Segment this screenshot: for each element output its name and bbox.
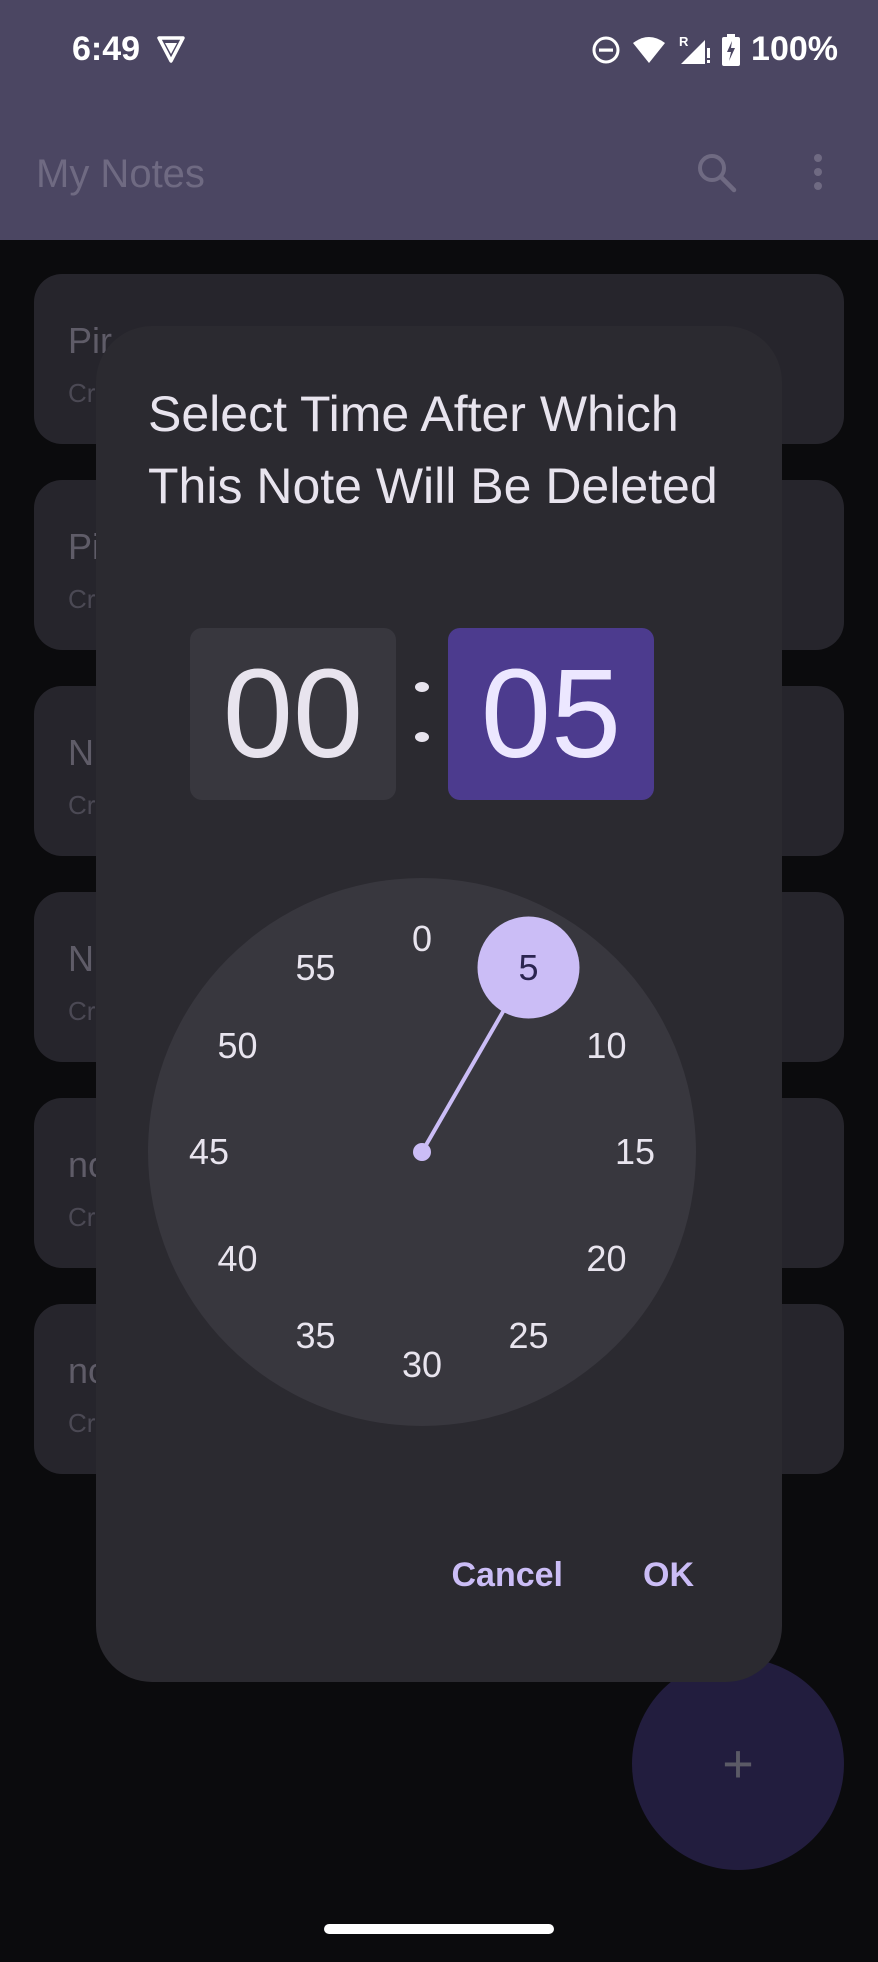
clock-label-15[interactable]: 15: [600, 1132, 670, 1172]
time-separator: [407, 662, 437, 762]
note-subtitle: Cr: [68, 1202, 96, 1232]
hour-display[interactable]: 00: [190, 628, 396, 800]
note-title: N: [68, 938, 94, 979]
status-bar: 6:49 R 100%: [0, 0, 878, 100]
app-bar: My Notes: [0, 100, 878, 240]
wifi-icon: [633, 36, 666, 63]
dialog-actions: Cancel OK: [452, 1556, 695, 1595]
status-icons: R 100%: [591, 30, 838, 69]
home-indicator[interactable]: [324, 1924, 554, 1934]
vpn-key-icon: [157, 36, 185, 63]
note-subtitle: Cr: [68, 1408, 96, 1438]
add-note-button[interactable]: +: [632, 1658, 844, 1870]
clock-label-25[interactable]: 25: [494, 1316, 564, 1356]
clock-label-10[interactable]: 10: [571, 1025, 641, 1066]
clock-label-0[interactable]: 0: [387, 919, 457, 959]
clock-center-dot: [413, 1143, 431, 1161]
note-subtitle: Cr: [68, 996, 96, 1026]
clock-label-30[interactable]: 30: [387, 1345, 457, 1385]
do-not-disturb-icon: [592, 36, 620, 63]
clock-dial[interactable]: 0 5 10 15 20 25 30 35 40 45 50 55: [148, 878, 696, 1426]
clock-label-40[interactable]: 40: [203, 1238, 273, 1279]
note-subtitle: Cr: [68, 790, 96, 820]
signal-roaming-icon: R: [679, 34, 711, 64]
more-vert-icon[interactable]: [806, 150, 830, 194]
time-picker-dialog: Select Time After Which This Note Will B…: [96, 326, 782, 1682]
note-title: N: [68, 732, 94, 773]
clock-label-50[interactable]: 50: [203, 1025, 273, 1066]
clock-label-35[interactable]: 35: [281, 1316, 351, 1356]
clock-label-55[interactable]: 55: [281, 947, 351, 988]
clock-label-5[interactable]: 5: [494, 947, 564, 988]
status-time: 6:49: [72, 30, 141, 68]
plus-icon: +: [722, 1734, 754, 1794]
svg-text:R: R: [679, 34, 689, 49]
battery-percent: 100%: [751, 30, 838, 68]
dialog-title: Select Time After Which This Note Will B…: [148, 386, 718, 514]
battery-charging-icon: [722, 33, 741, 66]
search-icon[interactable]: [694, 150, 738, 194]
ok-button[interactable]: OK: [643, 1556, 694, 1595]
note-subtitle: Cr: [68, 584, 96, 614]
note-subtitle: Cr: [68, 378, 96, 408]
minute-display[interactable]: 05: [448, 628, 654, 800]
cancel-button[interactable]: Cancel: [452, 1556, 564, 1595]
app-title: My Notes: [36, 152, 205, 196]
clock-label-20[interactable]: 20: [571, 1238, 641, 1279]
clock-label-45[interactable]: 45: [174, 1132, 244, 1172]
